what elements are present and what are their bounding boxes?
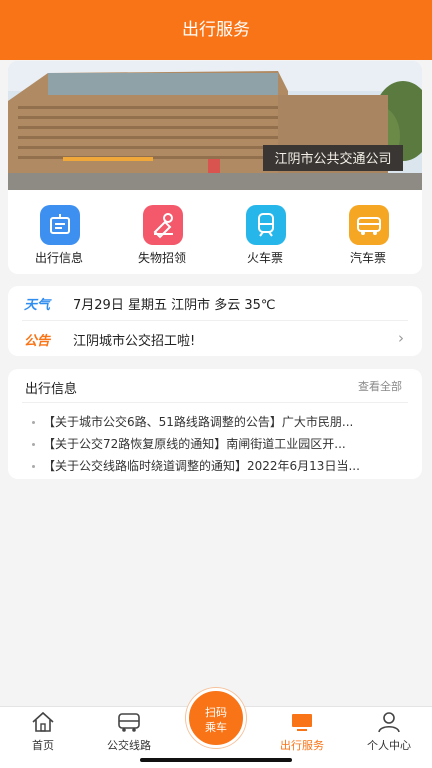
train-icon (246, 205, 286, 245)
notice-tag: 公告 (24, 334, 51, 349)
weather-text: 7月29日 星期五 江阴市 多云 35℃ (73, 298, 276, 313)
quick-label: 失物招领 (137, 251, 186, 265)
news-header: 出行信息 查看全部 (8, 369, 422, 403)
tab-label: 出行服务 (280, 739, 324, 752)
banner-card: 江阴市公共交通公司 出行信息 失物招领 火车票 汽车票 (8, 61, 422, 274)
travel-info-card: 出行信息 查看全部 【关于城市公交6路、51路线路调整的公告】广大市民朋... … (8, 369, 422, 479)
quick-label: 出行信息 (34, 251, 83, 265)
bus-icon (349, 205, 389, 245)
scan-label-line2: 乘车 (205, 721, 227, 734)
tab-bus-routes[interactable]: 公交线路 (86, 707, 172, 757)
monitor-icon (292, 714, 312, 731)
lost-found-icon (143, 205, 183, 245)
divider (22, 402, 408, 403)
page-title: 出行服务 (182, 20, 250, 40)
bullet-icon (32, 421, 35, 424)
banner-sign-text: 江阴市公共交通公司 (274, 151, 391, 167)
weather-row: 天气 7月29日 星期五 江阴市 多云 35℃ (8, 286, 422, 320)
tab-home[interactable]: 首页 (0, 707, 86, 757)
weather-tag: 天气 (24, 298, 51, 313)
notice-text: 江阴城市公交招工啦! (73, 334, 196, 349)
chevron-right-icon: › (398, 329, 404, 347)
tab-profile[interactable]: 个人中心 (346, 707, 432, 757)
home-indicator (140, 758, 292, 762)
divider (22, 320, 408, 321)
tab-label: 个人中心 (367, 739, 411, 752)
tab-label: 首页 (32, 739, 54, 752)
banner-image[interactable]: 江阴市公共交通公司 (8, 61, 422, 190)
view-all-link[interactable]: 查看全部 (358, 378, 402, 394)
news-item[interactable]: 【关于城市公交6路、51路线路调整的公告】广大市民朋... (32, 413, 404, 433)
scan-to-ride-button[interactable]: 扫码 乘车 (186, 688, 246, 748)
news-item-text: 【关于公交线路临时绕道调整的通知】2022年6月13日当... (43, 459, 360, 473)
quick-train-ticket[interactable]: 火车票 (220, 201, 310, 267)
user-icon (378, 712, 400, 733)
quick-bus-ticket[interactable]: 汽车票 (323, 201, 413, 267)
news-title: 出行信息 (25, 382, 78, 397)
tab-label: 公交线路 (107, 739, 151, 752)
quick-actions: 出行信息 失物招领 火车票 汽车票 (8, 201, 422, 267)
news-item-text: 【关于公交72路恢复原线的通知】南闸街道工业园区开... (43, 437, 346, 451)
app-header: 出行服务 (0, 0, 432, 60)
bullet-icon (32, 443, 35, 446)
quick-label: 火车票 (246, 251, 283, 265)
news-item[interactable]: 【关于公交72路恢复原线的通知】南闸街道工业园区开... (32, 435, 404, 455)
quick-label: 汽车票 (349, 251, 386, 265)
news-item[interactable]: 【关于公交线路临时绕道调整的通知】2022年6月13日当... (32, 457, 404, 477)
bullet-icon (32, 465, 35, 468)
notice-row[interactable]: 公告 江阴城市公交招工啦! › (8, 322, 422, 356)
scan-label-line1: 扫码 (205, 706, 227, 719)
tab-travel-services[interactable]: 出行服务 (259, 707, 345, 757)
bus-route-icon (118, 713, 140, 732)
quick-travel-info[interactable]: 出行信息 (14, 201, 104, 267)
quick-lost-found[interactable]: 失物招领 (117, 201, 207, 267)
news-item-text: 【关于城市公交6路、51路线路调整的公告】广大市民朋... (43, 415, 354, 429)
info-card: 天气 7月29日 星期五 江阴市 多云 35℃ 公告 江阴城市公交招工啦! › (8, 286, 422, 356)
info-board-icon (40, 205, 80, 245)
home-icon (32, 711, 54, 732)
